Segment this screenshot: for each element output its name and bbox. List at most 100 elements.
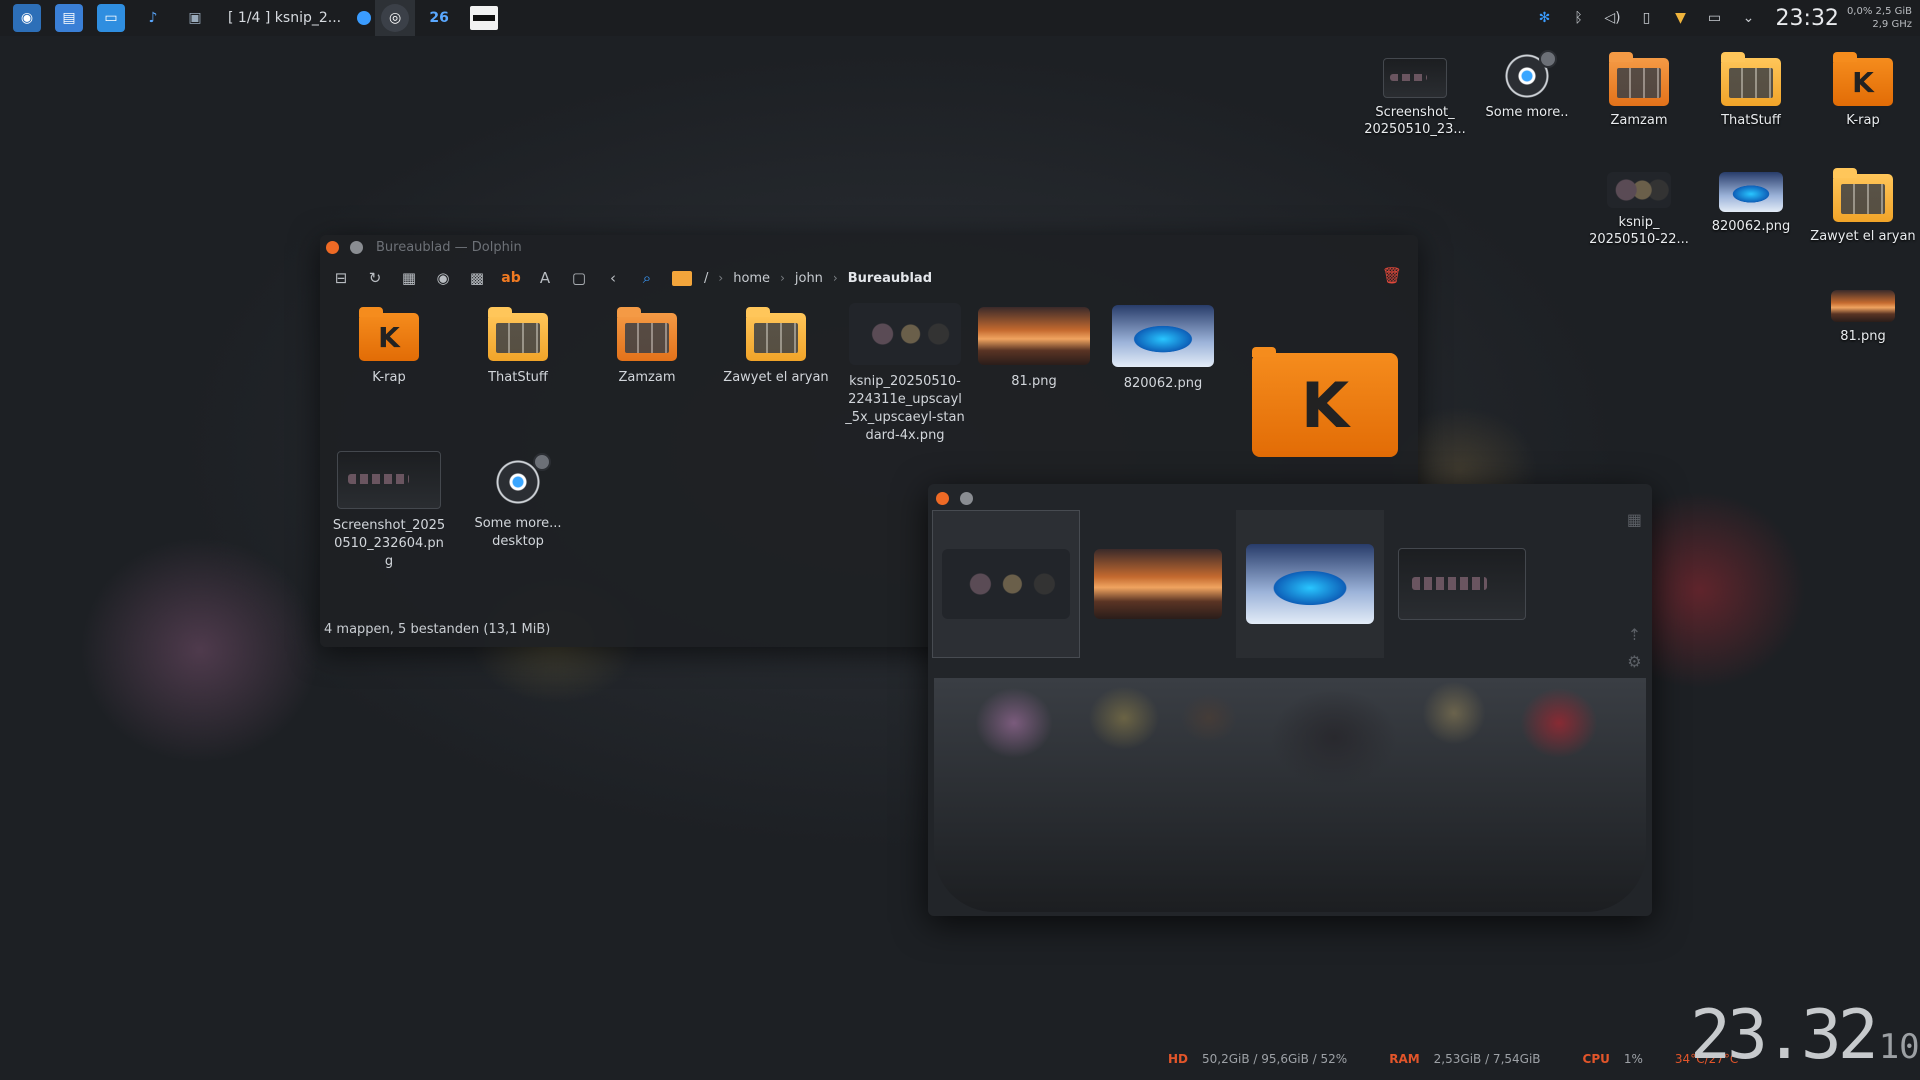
- file-label: ksnip_20250510-224311e_upscayl_5x_upscae…: [845, 374, 965, 443]
- music-icon[interactable]: ♪: [139, 4, 167, 32]
- folder-photos: [496, 323, 540, 353]
- text-size-icon[interactable]: A: [532, 265, 558, 291]
- desktop-icon-k-rap[interactable]: K K-rap: [1808, 52, 1918, 129]
- desktop-icon-zawyet[interactable]: Zawyet el aryan: [1808, 168, 1918, 245]
- dolphin-titlebar[interactable]: Bureaublad — Dolphin: [320, 235, 1418, 259]
- close-button[interactable]: [936, 491, 949, 505]
- file-item-screenshot[interactable]: Screenshot_20250510_232604.png: [325, 451, 453, 571]
- sysmini-line-2: 2,9 GHz: [1872, 19, 1912, 30]
- file-item-820062[interactable]: 820062.png: [1099, 305, 1227, 393]
- lake-thumbnail: [1246, 544, 1374, 624]
- desktop-icon-label: 820062.png: [1711, 219, 1791, 234]
- desktop-icon-some-more[interactable]: Some more..: [1472, 50, 1582, 121]
- desktop-clock-widget: 23.32 10 za: [1690, 996, 1920, 1075]
- task-entry-ksnip[interactable]: [ 1/4 ] ksnip_2...: [216, 0, 353, 36]
- file-manager-icon[interactable]: ▭: [97, 4, 125, 32]
- volume-icon[interactable]: ◁): [1602, 7, 1624, 29]
- disc-icon: [1505, 50, 1557, 98]
- folder-photos: [1841, 184, 1885, 214]
- viewer-titlebar[interactable]: [928, 487, 1652, 509]
- ram-value: 2,53GiB / 7,54GiB: [1433, 1052, 1541, 1066]
- status-bar-text: 4 mappen, 5 bestanden (13,1 MiB): [324, 622, 551, 637]
- chevron-down-icon[interactable]: ⌄: [1738, 7, 1760, 29]
- task-count-badge[interactable]: 26: [422, 4, 456, 32]
- camera-app-icon: ◎: [381, 4, 410, 32]
- settings-tray-icon[interactable]: ✻: [1534, 7, 1556, 29]
- breadcrumb-separator: ›: [832, 271, 838, 285]
- window-title: Bureaublad — Dolphin: [376, 239, 522, 255]
- task-active-app[interactable]: ◎: [375, 0, 416, 36]
- clock-hours-minutes: 23.32: [1690, 996, 1879, 1075]
- breadcrumb-item-current[interactable]: Bureaublad: [848, 271, 932, 286]
- thumbnail-820062[interactable]: [1236, 510, 1384, 658]
- ksnip-thumbnail: [942, 549, 1070, 619]
- file-item-zawyet[interactable]: Zawyet el aryan: [712, 307, 840, 387]
- breadcrumb-root[interactable]: /: [704, 271, 708, 286]
- desktop-icon-screenshot[interactable]: Screenshot_ 20250510_23...: [1360, 52, 1470, 138]
- gear-icon[interactable]: ⚙: [1627, 652, 1641, 671]
- file-label: Zawyet el aryan: [723, 370, 829, 385]
- panel-clock[interactable]: 23:32: [1776, 6, 1839, 31]
- ksnip-thumbnail: [849, 303, 961, 365]
- desktop-icon-zamzam[interactable]: Zamzam: [1584, 52, 1694, 129]
- minimize-button[interactable]: [960, 491, 973, 505]
- thumbnail-ksnip[interactable]: [932, 510, 1080, 658]
- blue-dot-icon[interactable]: [357, 11, 372, 25]
- desktop-icon-label: Zawyet el aryan: [1810, 229, 1916, 244]
- ksnip-thumbnail: [1607, 172, 1671, 208]
- grid-view-icon[interactable]: ▩: [464, 265, 490, 291]
- desktop-icon-820062[interactable]: 820062.png: [1696, 172, 1806, 235]
- terminal-icon[interactable]: [470, 6, 499, 30]
- battery-icon[interactable]: ▭: [1704, 7, 1726, 29]
- phone-icon[interactable]: ▯: [1636, 7, 1658, 29]
- wifi-icon[interactable]: ▼: [1670, 7, 1692, 29]
- new-file-icon[interactable]: ▢: [566, 265, 592, 291]
- file-item-k-rap[interactable]: K K-rap: [325, 307, 453, 387]
- file-item-81[interactable]: 81.png: [970, 307, 1098, 391]
- screenshot-thumbnail: [337, 451, 441, 509]
- grid-icon[interactable]: ▦: [1627, 510, 1642, 529]
- app-launcher-icon[interactable]: ◉: [13, 4, 41, 32]
- folder-icon[interactable]: [672, 270, 692, 286]
- desktop-icon-label: Screenshot_ 20250510_23...: [1364, 105, 1466, 137]
- thumbnail-81[interactable]: [1084, 510, 1232, 658]
- file-item-some-more[interactable]: Some more... desktop: [454, 453, 582, 551]
- search-icon[interactable]: ⌕: [634, 265, 660, 291]
- desktop-icon-label: 81.png: [1840, 329, 1886, 344]
- bluetooth-icon[interactable]: ᛒ: [1568, 7, 1590, 29]
- back-icon[interactable]: ‹: [600, 265, 626, 291]
- trash-icon[interactable]: 🗑: [1382, 266, 1402, 285]
- breadcrumb: / › home › john › Bureaublad: [672, 270, 932, 286]
- document-icon[interactable]: ▤: [55, 4, 83, 32]
- file-item-zamzam[interactable]: Zamzam: [583, 307, 711, 387]
- folder-icon: [488, 307, 548, 361]
- kde-folder-icon: K: [359, 307, 419, 361]
- minimize-button[interactable]: [350, 240, 363, 254]
- breadcrumb-item-john[interactable]: john: [795, 271, 823, 286]
- cpu-value: 1%: [1623, 1052, 1643, 1066]
- desktop-icon-label: ThatStuff: [1721, 113, 1781, 128]
- panels-icon[interactable]: ▦: [396, 265, 422, 291]
- folder-icon: [1721, 52, 1781, 106]
- system-monitor-mini: 0,0% 2,5 GiB 2,9 GHz: [1847, 5, 1912, 31]
- file-item-thatstuff[interactable]: ThatStuff: [454, 307, 582, 387]
- close-button[interactable]: [326, 240, 339, 254]
- split-view-icon[interactable]: ⊟: [328, 265, 354, 291]
- desktop-icon-81[interactable]: 81.png: [1808, 290, 1918, 345]
- desktop-icon-ksnip[interactable]: ksnip_ 20250510-22...: [1584, 172, 1694, 248]
- upload-icon[interactable]: ⇡: [1628, 625, 1641, 644]
- desktop-pager-icon[interactable]: ▣: [181, 4, 209, 32]
- file-item-ksnip[interactable]: ksnip_20250510-224311e_upscayl_5x_upscae…: [841, 303, 969, 445]
- preview-eye-icon[interactable]: ◉: [430, 265, 456, 291]
- folder-photos: [1617, 68, 1661, 98]
- thumbnail-screenshot[interactable]: [1388, 510, 1536, 658]
- desktop-icon-thatstuff[interactable]: ThatStuff: [1696, 52, 1806, 129]
- reload-icon[interactable]: ↻: [362, 265, 388, 291]
- breadcrumb-separator: ›: [718, 271, 724, 285]
- main-image-view[interactable]: [934, 678, 1646, 912]
- folder-photos: [1729, 68, 1773, 98]
- system-stats: HD 50,2GiB / 95,6GiB / 52% RAM 2,53GiB /…: [1168, 1052, 1738, 1066]
- breadcrumb-item-home[interactable]: home: [733, 271, 770, 286]
- folder-icon: [1833, 168, 1893, 222]
- rename-icon[interactable]: ab: [498, 265, 524, 291]
